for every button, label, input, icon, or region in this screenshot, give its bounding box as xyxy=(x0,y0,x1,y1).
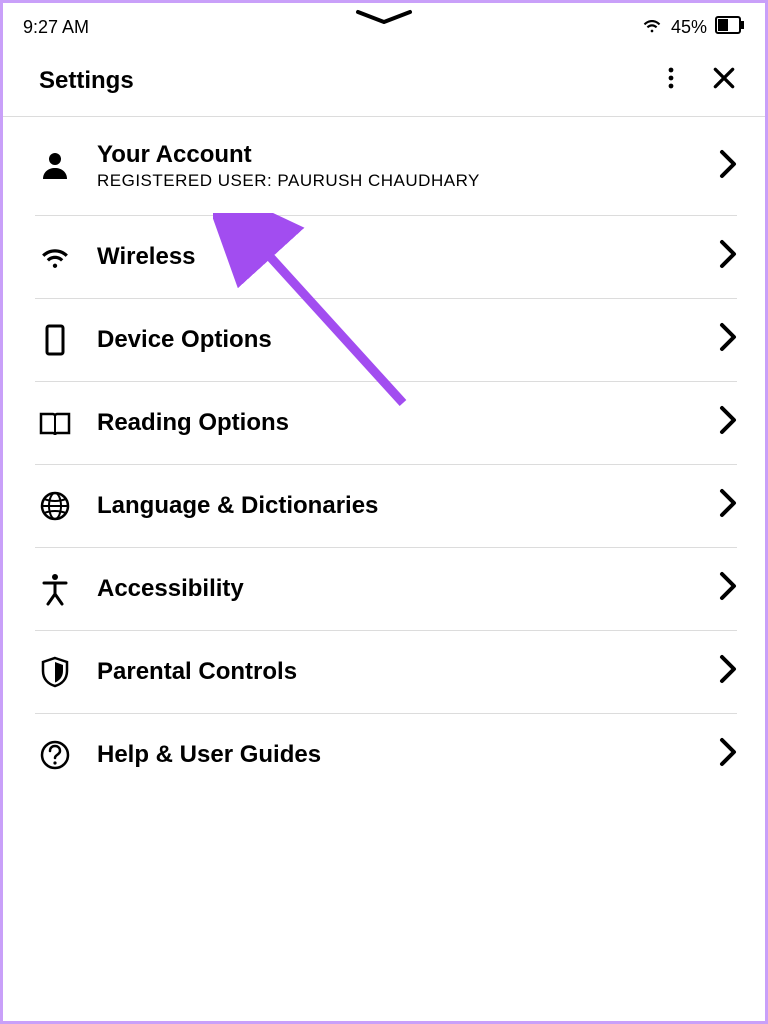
item-title: Accessibility xyxy=(97,575,697,603)
chevron-right-icon xyxy=(719,405,737,440)
item-title: Wireless xyxy=(97,243,697,271)
item-language-dictionaries[interactable]: Language & Dictionaries xyxy=(3,464,765,547)
book-icon xyxy=(35,406,75,440)
chevron-right-icon xyxy=(719,571,737,606)
tablet-icon xyxy=(35,323,75,357)
item-title: Device Options xyxy=(97,326,697,354)
item-parental-controls[interactable]: Parental Controls xyxy=(3,630,765,713)
drag-handle-icon[interactable] xyxy=(354,9,414,32)
item-accessibility[interactable]: Accessibility xyxy=(3,547,765,630)
chevron-right-icon xyxy=(719,322,737,357)
status-right: 45% xyxy=(641,14,745,41)
item-wireless[interactable]: Wireless xyxy=(3,215,765,298)
question-icon xyxy=(35,738,75,772)
item-help-guides[interactable]: Help & User Guides xyxy=(3,713,765,796)
chevron-right-icon xyxy=(719,737,737,772)
accessibility-icon xyxy=(35,572,75,606)
chevron-right-icon xyxy=(719,488,737,523)
item-title: Language & Dictionaries xyxy=(97,492,697,520)
item-title: Your Account xyxy=(97,141,697,169)
shield-icon xyxy=(35,655,75,689)
person-icon xyxy=(35,149,75,183)
chevron-right-icon xyxy=(719,654,737,689)
status-battery-pct: 45% xyxy=(671,17,707,38)
item-device-options[interactable]: Device Options xyxy=(3,298,765,381)
wifi-icon xyxy=(641,14,663,41)
battery-icon xyxy=(715,16,745,39)
status-time: 9:27 AM xyxy=(23,17,89,38)
chevron-right-icon xyxy=(719,239,737,274)
wifi-icon xyxy=(35,240,75,274)
item-title: Help & User Guides xyxy=(97,741,697,769)
item-title: Reading Options xyxy=(97,409,697,437)
chevron-right-icon xyxy=(719,149,737,184)
item-your-account[interactable]: Your Account REGISTERED USER: PAURUSH CH… xyxy=(3,117,765,215)
globe-icon xyxy=(35,489,75,523)
item-title: Parental Controls xyxy=(97,658,697,686)
close-icon[interactable] xyxy=(711,65,737,96)
settings-header: Settings xyxy=(3,45,765,117)
page-title: Settings xyxy=(39,67,134,95)
settings-list: Your Account REGISTERED USER: PAURUSH CH… xyxy=(3,117,765,796)
item-reading-options[interactable]: Reading Options xyxy=(3,381,765,464)
more-icon[interactable] xyxy=(659,66,683,95)
item-subtitle: REGISTERED USER: PAURUSH CHAUDHARY xyxy=(97,171,697,191)
